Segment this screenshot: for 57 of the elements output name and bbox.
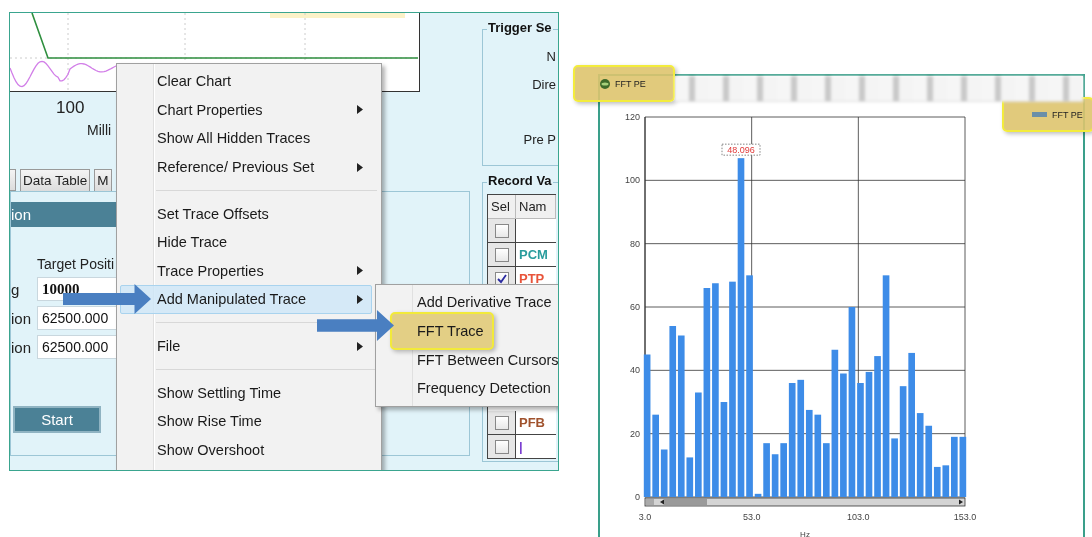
y-tick-label: 60 <box>630 302 640 312</box>
group-title: Trigger Se <box>487 20 553 35</box>
x-tick-label: 100 <box>56 98 85 118</box>
menu-item[interactable]: Add Manipulated Trace <box>120 285 372 314</box>
menu-item[interactable]: Chart Properties <box>120 95 372 125</box>
checkbox[interactable] <box>494 415 509 430</box>
y-tick-label: 20 <box>630 428 640 439</box>
menu-item[interactable]: Frequency Detection <box>379 374 558 403</box>
y-tick-label: 0 <box>635 492 640 502</box>
submenu-caret-icon <box>357 341 363 351</box>
x-tick-label: 3.0 <box>638 512 652 522</box>
x-axis-label: Milli <box>87 122 112 138</box>
field-label: Pre P <box>523 132 556 147</box>
peak-value-label: 48.096 <box>721 143 761 156</box>
group-title: Record Va <box>487 173 553 188</box>
field-label: ion <box>11 338 33 356</box>
start-button[interactable]: Start <box>13 406 101 433</box>
tab[interactable]: M <box>94 169 112 191</box>
submenu-caret-icon <box>357 162 363 172</box>
trace-name-cell: | <box>516 435 556 459</box>
menu-item[interactable]: Show Rise Time <box>120 406 372 436</box>
menu-item[interactable]: Clear Chart <box>120 67 372 96</box>
submenu-caret-icon <box>357 266 363 276</box>
checkmark-icon <box>496 273 507 284</box>
menu-item[interactable]: Hide Trace <box>120 227 372 257</box>
x-tick-label: 53.0 <box>742 512 761 522</box>
x-axis-label: Hz <box>800 530 810 537</box>
field-label: ion <box>11 309 33 327</box>
field-label: g <box>11 280 21 298</box>
field-label: Dire <box>532 77 556 92</box>
scrollbar[interactable] <box>644 497 966 507</box>
field-label: N <box>546 49 556 64</box>
y-tick-label: 100 <box>624 175 640 186</box>
submenu-caret-icon <box>357 105 363 115</box>
x-tick-label: 153.0 <box>953 512 977 522</box>
window-title: FFT PE <box>615 78 646 89</box>
checkbox[interactable] <box>494 271 509 286</box>
y-tick-label: 80 <box>630 238 640 249</box>
checkbox[interactable] <box>494 439 509 454</box>
field-heading: Target Positi <box>37 256 115 272</box>
x-tick-label: 103.0 <box>847 512 870 522</box>
menu-item[interactable]: Reference/ Previous Set <box>120 152 372 182</box>
menu-item[interactable]: FFT Trace <box>390 311 494 350</box>
partial-tab[interactable] <box>10 169 16 191</box>
checkbox[interactable] <box>494 247 509 262</box>
menu-item[interactable]: Show Settling Time <box>120 378 372 407</box>
menu-item[interactable]: Show All Hidden Traces <box>120 124 372 153</box>
submenu-caret-icon <box>357 294 363 304</box>
y-tick-label: 120 <box>624 112 640 122</box>
annotation: 48.096 <box>727 144 755 155</box>
checkbox[interactable] <box>494 223 509 238</box>
app-icon <box>600 78 610 89</box>
menu-item[interactable]: Show Overshoot <box>120 435 372 465</box>
legend-label: FFT PE <box>1052 109 1083 120</box>
y-tick-label: 40 <box>630 365 640 376</box>
tab[interactable]: Data Table <box>20 169 91 191</box>
legend-swatch <box>1032 112 1047 117</box>
